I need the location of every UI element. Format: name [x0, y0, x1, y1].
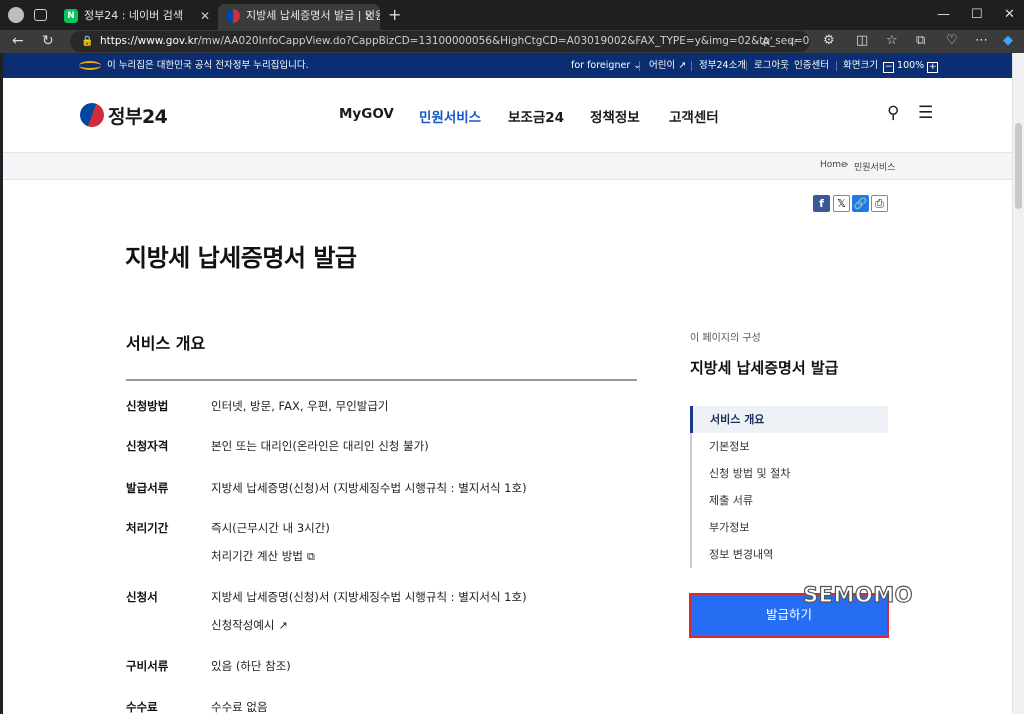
- row-label-required-docs: 구비서류: [126, 659, 169, 673]
- maximize-icon[interactable]: ☐: [971, 6, 983, 24]
- section-title: 서비스 개요: [126, 334, 206, 353]
- nav-customer-center[interactable]: 고객센터: [669, 106, 719, 126]
- toc-caption: 이 페이지의 구성: [690, 333, 761, 344]
- auth-center-link[interactable]: 인증센터: [794, 53, 829, 78]
- row-value-required-docs: 있음 (하단 참조): [211, 659, 291, 673]
- row-label-document: 발급서류: [126, 481, 169, 495]
- close-icon[interactable]: ✕: [364, 4, 374, 28]
- more-menu-icon[interactable]: ⋯: [975, 34, 988, 48]
- toc-item-overview[interactable]: 서비스 개요: [690, 406, 888, 433]
- tab-title: 지방세 납세증명서 발급 | 민원안내: [246, 9, 380, 22]
- toc-item-procedure[interactable]: 신청 방법 및 절차: [692, 460, 888, 487]
- new-tab-plus-icon[interactable]: +: [388, 6, 401, 24]
- gov-emblem-icon: [79, 61, 101, 70]
- row-value-method: 인터넷, 방문, FAX, 우편, 무인발급기: [211, 399, 389, 413]
- row-label-eligibility: 신청자격: [126, 439, 169, 453]
- for-foreigner-link[interactable]: for foreigner ⌄: [571, 53, 641, 78]
- row-value-eligibility: 본인 또는 대리인(온라인은 대리인 신청 불가): [211, 439, 429, 453]
- application-example-link[interactable]: 신청작성예시 ↗: [211, 617, 288, 633]
- profile-avatar-icon[interactable]: [8, 7, 24, 23]
- tab-actions-icon[interactable]: [34, 9, 47, 21]
- browser-tab-naver[interactable]: N 정부24 : 네이버 검색 ✕: [56, 4, 216, 30]
- search-icon[interactable]: ⚲: [887, 102, 899, 124]
- split-screen-icon[interactable]: ◫: [856, 34, 868, 48]
- page-scrollbar[interactable]: [1012, 53, 1024, 714]
- link-copy-icon[interactable]: 🔗: [852, 195, 869, 212]
- external-link-icon: ↗: [278, 619, 288, 632]
- print-icon[interactable]: ⎙: [871, 195, 888, 212]
- row-value-fee: 수수료 없음: [211, 700, 268, 714]
- browser-tab-bar: N 정부24 : 네이버 검색 ✕ 지방세 납세증명서 발급 | 민원안내 ✕ …: [0, 0, 1024, 30]
- processing-time-calc-link[interactable]: 처리기간 계산 방법 ⧉: [211, 548, 315, 564]
- zoom-in-button[interactable]: +: [927, 62, 939, 73]
- section-divider: [126, 379, 637, 381]
- hamburger-menu-icon[interactable]: ☰: [918, 102, 933, 124]
- about-gov24-link[interactable]: 정부24소개: [699, 53, 746, 78]
- address-bar[interactable]: 🔒 https://www.gov.kr/mw/AA020InfoCappVie…: [70, 31, 810, 52]
- official-notice: 이 누리집은 대한민국 공식 전자정부 누리집입니다.: [107, 60, 309, 71]
- row-label-method: 신청방법: [126, 399, 169, 413]
- site-logo[interactable]: 정부24: [108, 102, 168, 129]
- back-arrow-icon[interactable]: ←: [12, 33, 24, 49]
- toc-item-basic-info[interactable]: 기본정보: [692, 433, 888, 460]
- minimize-icon[interactable]: —: [937, 6, 950, 24]
- lock-icon: 🔒: [81, 36, 94, 47]
- gov-official-banner: 이 누리집은 대한민국 공식 전자정부 누리집입니다. for foreigne…: [3, 53, 1012, 78]
- naver-favicon-icon: N: [64, 9, 78, 23]
- close-icon[interactable]: ✕: [200, 4, 210, 28]
- collections-icon[interactable]: ⧉: [916, 34, 925, 48]
- breadcrumb-current[interactable]: 민원서비스: [854, 160, 895, 173]
- url-path: /mw/AA020InfoCappView.do?CappBizCD=13100…: [198, 35, 810, 47]
- toc-item-change-history[interactable]: 정보 변경내역: [692, 541, 888, 568]
- copy-icon: ⧉: [306, 550, 315, 563]
- browser-toolbar: ← ↻ 🔒 https://www.gov.kr/mw/AA020InfoCap…: [0, 30, 1024, 53]
- row-value-application-form: 지방세 납세증명(신청)서 (지방세징수법 시행규칙 : 별지서식 1호): [211, 590, 527, 604]
- row-value-processing-time: 즉시(근무시간 내 3시간): [211, 521, 330, 535]
- favorites-icon[interactable]: ☆: [886, 34, 898, 48]
- toc-title: 지방세 납세증명서 발급: [690, 359, 839, 377]
- scrollbar-thumb[interactable]: [1015, 123, 1022, 209]
- screen-size-label: 화면크기: [843, 60, 878, 71]
- zoom-out-button[interactable]: −: [883, 62, 894, 73]
- favorite-star-icon[interactable]: ☆: [788, 31, 798, 52]
- chevron-right-icon: ›: [845, 160, 849, 170]
- row-label-fee: 수수료: [126, 700, 158, 714]
- nav-policy-info[interactable]: 정책정보: [590, 106, 640, 126]
- row-value-document: 지방세 납세증명(신청)서 (지방세징수법 시행규칙 : 별지서식 1호): [211, 481, 527, 495]
- table-of-contents: 서비스 개요 기본정보 신청 방법 및 절차 제출 서류 부가정보 정보 변경내…: [690, 406, 888, 568]
- page-title: 지방세 납세증명서 발급: [125, 244, 357, 272]
- browser-tab-gov24[interactable]: 지방세 납세증명서 발급 | 민원안내 ✕: [218, 4, 380, 30]
- facebook-share-icon[interactable]: f: [813, 195, 830, 212]
- site-header: 정부24 MyGOV 민원서비스 보조금24 정책정보 고객센터 ⚲ ☰: [3, 78, 1012, 152]
- browser-essentials-icon[interactable]: ♡: [946, 34, 958, 48]
- kids-link[interactable]: 어린이 ↗: [649, 53, 686, 78]
- watermark: SEMOMO: [802, 582, 913, 607]
- breadcrumb: Home › 민원서비스: [3, 152, 1012, 180]
- row-label-application-form: 신청서: [126, 590, 158, 604]
- nav-subsidy24[interactable]: 보조금24: [508, 106, 564, 126]
- window-close-icon[interactable]: ✕: [1004, 6, 1015, 24]
- x-share-icon[interactable]: 𝕏: [833, 195, 850, 212]
- row-label-processing-time: 처리기간: [126, 521, 169, 535]
- url-host: https://www.gov.kr: [100, 35, 198, 47]
- zoom-level: 100%: [897, 60, 925, 71]
- tab-title: 정부24 : 네이버 검색: [84, 9, 184, 22]
- breadcrumb-home[interactable]: Home: [820, 160, 847, 170]
- gov24-favicon-icon: [226, 9, 240, 23]
- taegeuk-logo-icon[interactable]: [80, 103, 104, 127]
- logout-link[interactable]: 로그아웃: [754, 53, 789, 78]
- copilot-icon[interactable]: ◆: [1003, 34, 1013, 48]
- read-aloud-icon[interactable]: Aʼ: [762, 31, 773, 52]
- toc-item-additional-info[interactable]: 부가정보: [692, 514, 888, 541]
- toc-item-documents[interactable]: 제출 서류: [692, 487, 888, 514]
- nav-mygov[interactable]: MyGOV: [339, 106, 394, 122]
- web-page: 이 누리집은 대한민국 공식 전자정부 누리집입니다. for foreigne…: [3, 53, 1012, 714]
- zoom-control: − 100% +: [883, 53, 939, 78]
- nav-civil-service[interactable]: 민원서비스: [419, 106, 481, 126]
- extensions-icon[interactable]: ⚙: [823, 34, 835, 48]
- reload-icon[interactable]: ↻: [42, 33, 54, 49]
